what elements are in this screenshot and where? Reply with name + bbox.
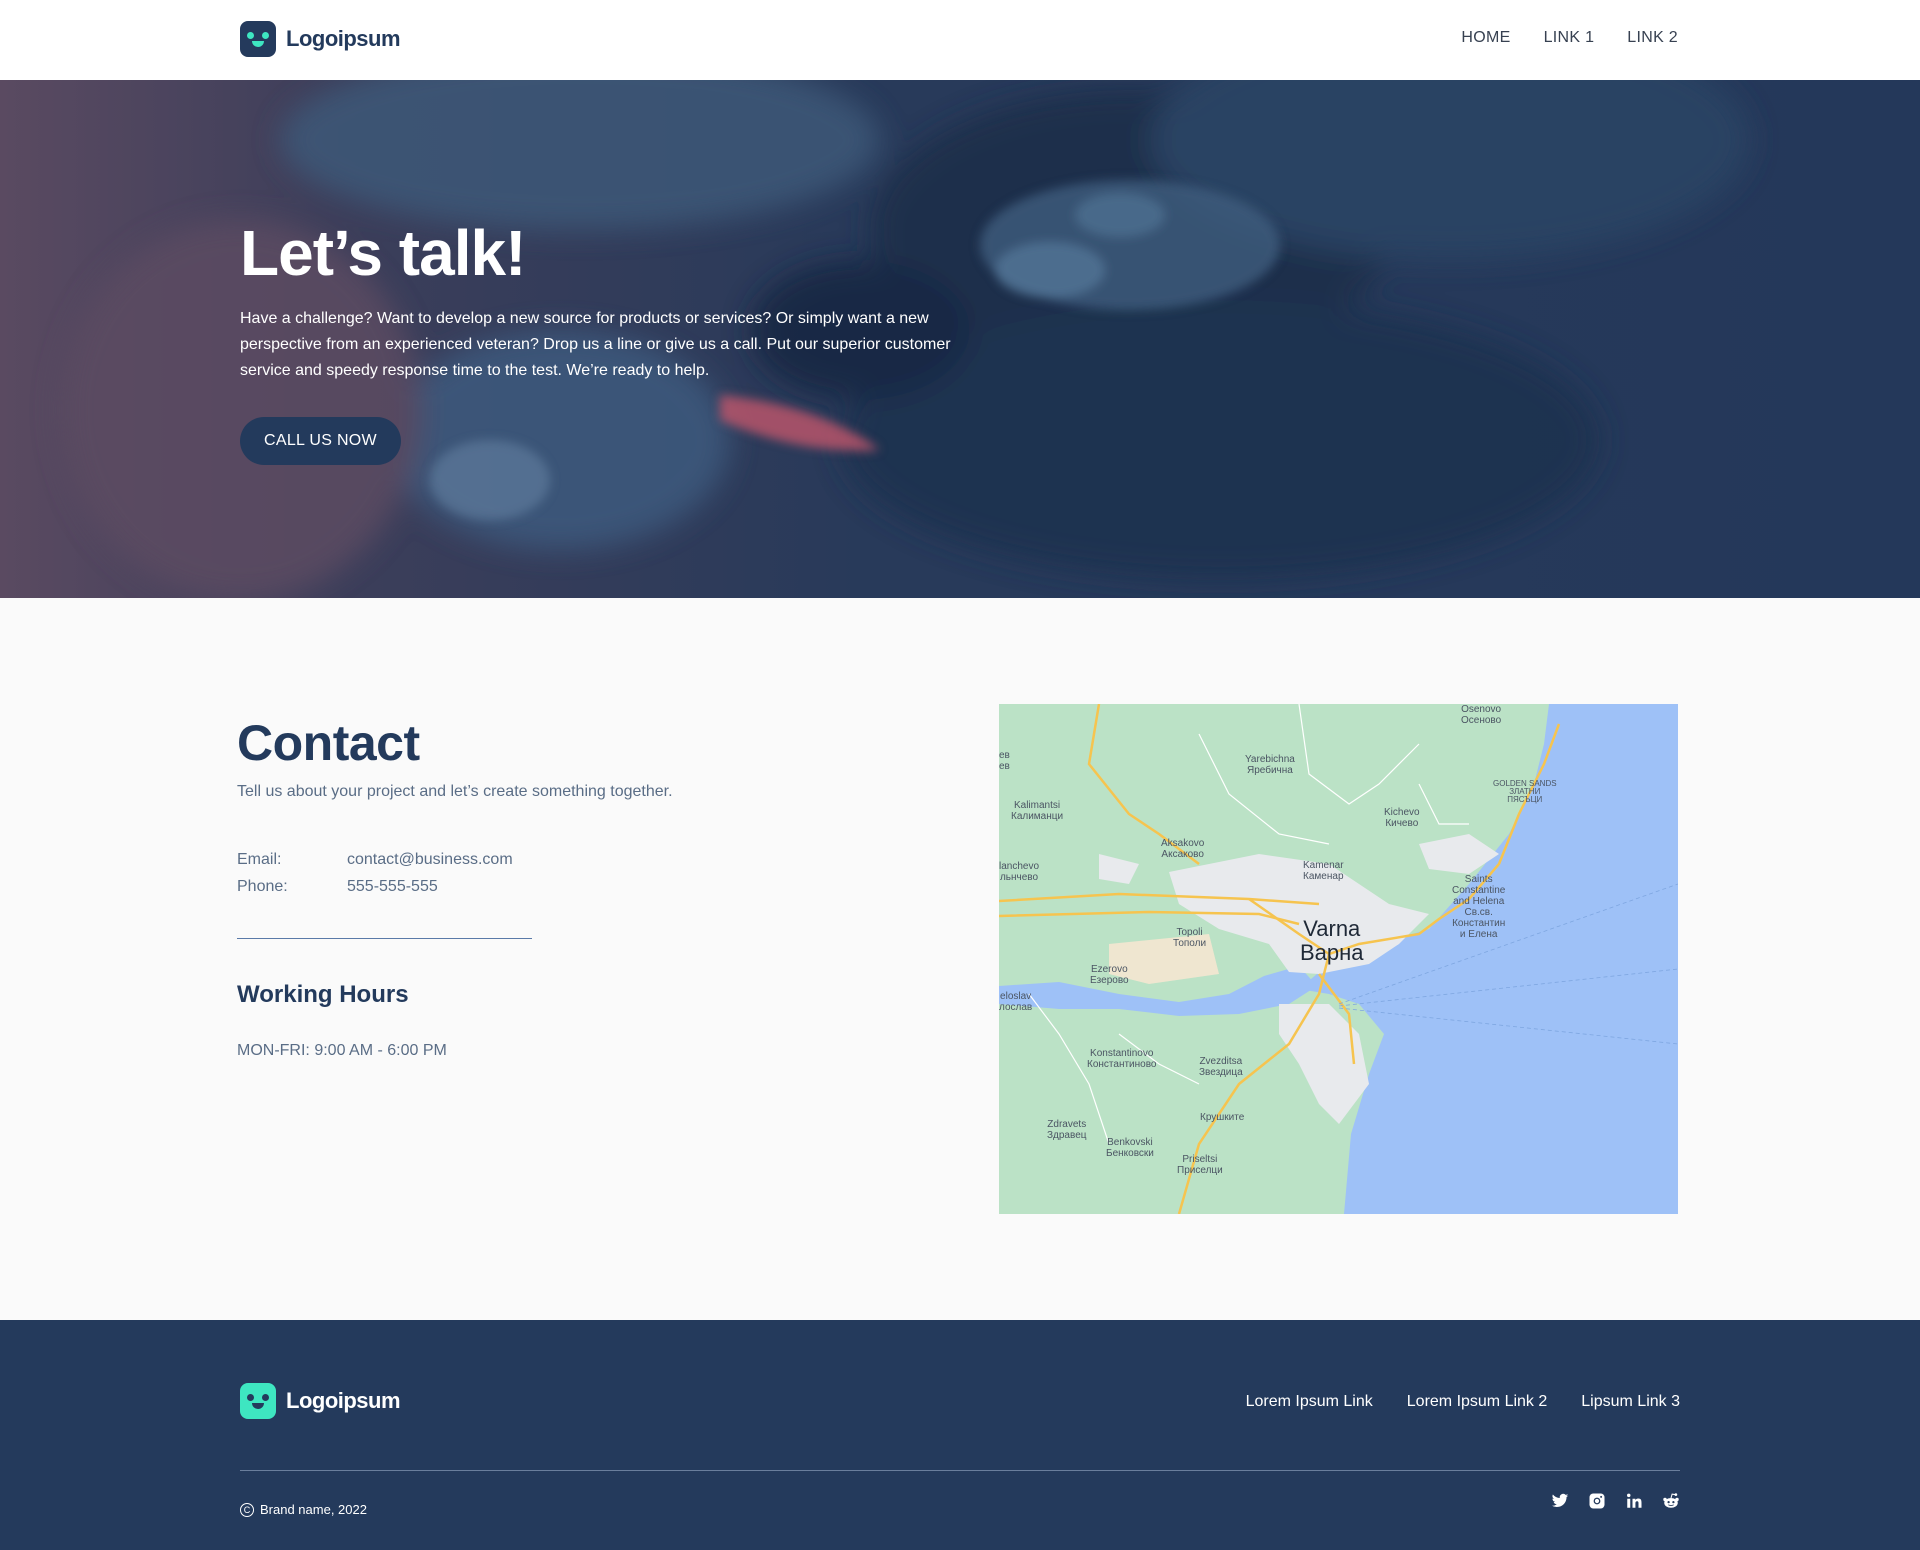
main-nav: HOME LINK 1 LINK 2 xyxy=(1461,29,1678,47)
contact-divider xyxy=(237,938,532,939)
map-label-saints-constantine: Saints Constantine and Helena Св.св. Кон… xyxy=(1452,874,1506,940)
map-label-zdravets: Zdravets Здравец xyxy=(1047,1119,1087,1141)
footer-nav: Lorem Ipsum Link Lorem Ipsum Link 2 Lips… xyxy=(1246,1393,1680,1411)
phone-link[interactable]: 555-555-555 xyxy=(347,878,438,896)
map-label-konstantinovo: Konstantinovo Константиново xyxy=(1087,1048,1157,1070)
reddit-icon[interactable] xyxy=(1662,1492,1680,1510)
contact-subtitle: Tell us about your project and let’s cre… xyxy=(237,783,673,800)
hero-description: Have a challenge? Want to develop a new … xyxy=(240,310,951,379)
site-header: Logoipsum HOME LINK 1 LINK 2 xyxy=(0,0,1920,80)
map-label-golden-sands: GOLDEN SANDS ЗЛАТНИ ПЯСЪЦИ xyxy=(1493,779,1557,804)
contact-title: Contact xyxy=(237,715,420,771)
map-label-aksakovo: Aksakovo Аксаково xyxy=(1161,838,1205,860)
map-label-topoli: Topoli Тополи xyxy=(1173,927,1207,949)
footer-logo[interactable]: Logoipsum xyxy=(240,1383,401,1419)
working-hours-title: Working Hours xyxy=(237,981,409,1008)
copyright-text: Brand name, 2022 xyxy=(260,1502,367,1517)
email-label: Email: xyxy=(237,851,282,868)
map-label-osenovo: Osenovo Осеново xyxy=(1461,704,1502,726)
map-city-varna: Varna Варна xyxy=(1300,916,1364,965)
map-label-edge: ев ев xyxy=(999,750,1010,772)
footer-link-1[interactable]: Lorem Ipsum Link xyxy=(1246,1393,1373,1411)
logo-text: Logoipsum xyxy=(286,26,401,51)
social-links xyxy=(1551,1492,1680,1510)
instagram-icon[interactable] xyxy=(1588,1492,1606,1510)
footer-link-3[interactable]: Lipsum Link 3 xyxy=(1581,1393,1680,1411)
call-us-now-button[interactable]: CALL US NOW xyxy=(240,417,401,465)
map-label-krushkite: Крушките xyxy=(1200,1112,1245,1123)
map-label-yarebichna: Yarebichna Яребична xyxy=(1245,754,1295,776)
footer-divider xyxy=(240,1470,1680,1471)
copyright: C Brand name, 2022 xyxy=(240,1502,367,1517)
working-hours-text: MON-FRI: 9:00 AM - 6:00 PM xyxy=(237,1042,447,1059)
twitter-icon[interactable] xyxy=(1551,1492,1569,1510)
header-logo[interactable]: Logoipsum xyxy=(240,21,401,57)
map-label-benkovski: Benkovski Бенковски xyxy=(1106,1137,1154,1159)
logo-text: Logoipsum xyxy=(286,1388,401,1413)
map-label-lanchevo: lanchevo льнчево xyxy=(999,861,1040,883)
location-map[interactable]: Osenovo Осеново Yarebichna Яребична Kali… xyxy=(999,704,1678,1214)
email-row: Email: contact@business.com xyxy=(237,851,513,869)
phone-label: Phone: xyxy=(237,878,288,895)
hero-title: Let’s talk! xyxy=(240,217,526,289)
map-label-beloslav: eloslav лослав xyxy=(999,991,1033,1013)
map-label-kichevo: Kichevo Кичево xyxy=(1384,807,1420,829)
map-label-kamenar: Kamenar Каменар xyxy=(1303,860,1344,882)
logo-icon xyxy=(240,1383,276,1419)
map-label-zvezditsa: Zvezditsa Звездица xyxy=(1199,1056,1243,1078)
map-label-priseltsi: Priseltsi Приселци xyxy=(1177,1154,1223,1176)
email-link[interactable]: contact@business.com xyxy=(347,851,513,869)
nav-link-2[interactable]: LINK 2 xyxy=(1627,29,1678,47)
footer-link-2[interactable]: Lorem Ipsum Link 2 xyxy=(1407,1393,1548,1411)
hero-section: Let’s talk! Have a challenge? Want to de… xyxy=(0,80,1920,598)
site-footer: Logoipsum Lorem Ipsum Link Lorem Ipsum L… xyxy=(0,1320,1920,1550)
map-label-kalimantsi: Kalimantsi Калиманци xyxy=(1011,800,1064,822)
nav-home[interactable]: HOME xyxy=(1461,29,1510,47)
nav-link-1[interactable]: LINK 1 xyxy=(1544,29,1595,47)
copyright-icon: C xyxy=(240,1502,254,1517)
linkedin-icon[interactable] xyxy=(1625,1492,1643,1510)
map-label-ezerovo: Ezerovo Езерово xyxy=(1090,964,1129,986)
logo-icon xyxy=(240,21,276,57)
phone-row: Phone: 555-555-555 xyxy=(237,878,438,896)
